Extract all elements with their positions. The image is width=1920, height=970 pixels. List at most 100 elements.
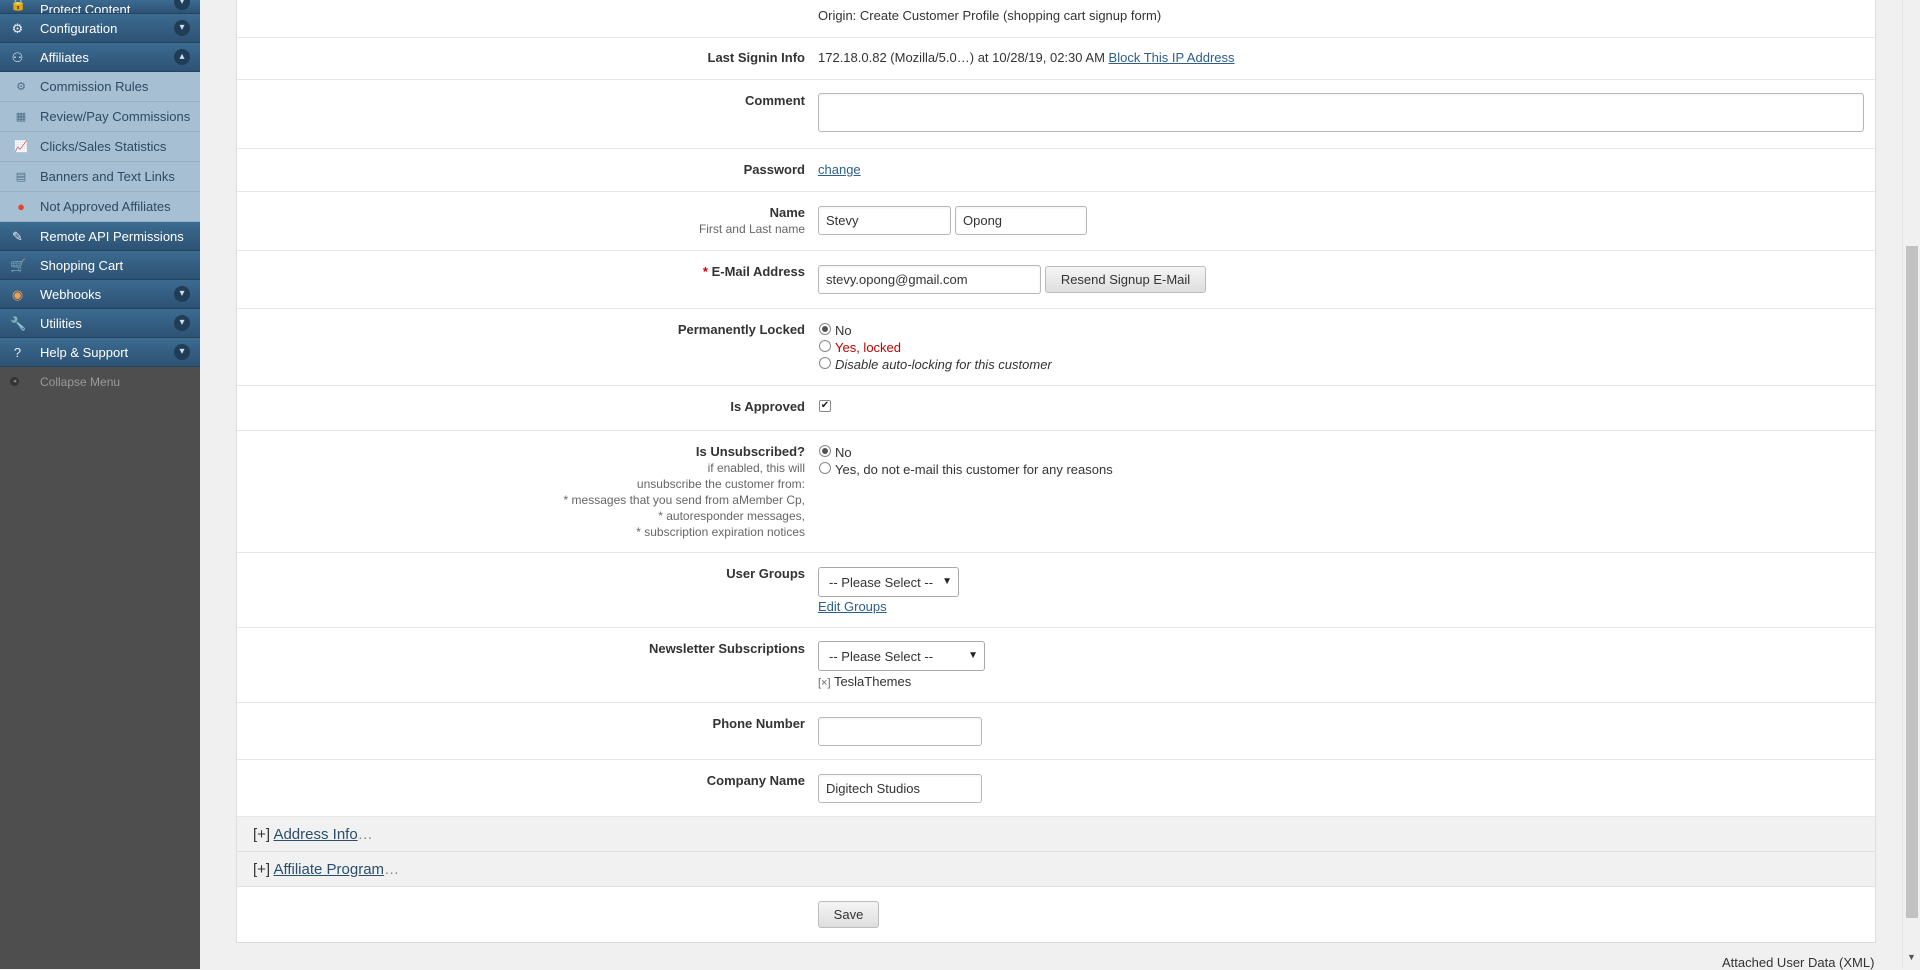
menu-item-label: Affiliates — [40, 49, 89, 65]
row-phone: Phone Number — [237, 703, 1875, 760]
webhook-icon: ◉ — [11, 287, 24, 302]
save-button[interactable]: Save — [818, 901, 879, 928]
row-newsletter: Newsletter Subscriptions -- Please Selec… — [237, 628, 1875, 703]
locked-no-radio[interactable] — [819, 323, 831, 335]
comment-textarea[interactable] — [818, 93, 1864, 132]
newsletter-select[interactable]: -- Please Select -- ▼ — [818, 641, 985, 671]
table-icon: ▦ — [15, 111, 27, 123]
unsubscribe-note-5: * subscription expiration notices — [636, 525, 805, 539]
row-last-signin: Last Signin Info 172.18.0.82 (Mozilla/5.… — [237, 38, 1875, 80]
row-is-unsubscribed: Is Unsubscribed? if enabled, this will u… — [237, 431, 1875, 553]
menu-item-label: Configuration — [40, 20, 118, 36]
row-comment: Comment — [237, 80, 1875, 149]
user-groups-label: User Groups — [726, 566, 805, 581]
scrollbar-thumb[interactable] — [1906, 246, 1918, 918]
gear-icon: ⚙ — [11, 21, 24, 36]
dropdown-arrow-icon: ▼ — [968, 650, 978, 661]
customer-edit-form: Origin: Create Customer Profile (shoppin… — [236, 0, 1876, 943]
name-label: Name — [769, 205, 805, 220]
menu-item-utilities[interactable]: 🔧 Utilities ▾ — [0, 309, 200, 338]
locked-yes-label: Yes, locked — [835, 340, 902, 355]
remove-newsletter-icon[interactable]: [×] — [818, 677, 831, 689]
password-label: Password — [743, 162, 805, 177]
chevron-down-icon[interactable]: ▾ — [174, 344, 190, 360]
phone-input[interactable] — [818, 717, 982, 746]
menu-item-protect-content[interactable]: 🔒 Protect Content ▾ — [0, 0, 200, 14]
attached-user-data-link[interactable]: Attached User Data (XML) — [1722, 955, 1874, 970]
submenu-label: Not Approved Affiliates — [40, 199, 171, 214]
help-icon: ? — [13, 345, 22, 360]
menu-item-configuration[interactable]: ⚙ Configuration ▾ — [0, 14, 200, 43]
section-affiliate-program-title: [+] Affiliate Program… — [253, 861, 399, 878]
row-is-approved: Is Approved ✔ — [237, 386, 1875, 431]
row-email: * E-Mail Address stevy.opong@gmail.com R… — [237, 251, 1875, 309]
locked-disable-label: Disable auto-locking for this customer — [835, 357, 1052, 372]
section-title: Affiliate Program — [273, 861, 385, 878]
menu-item-shopping-cart[interactable]: 🛒 Shopping Cart — [0, 251, 200, 280]
row-user-groups: User Groups -- Please Select -- ▼ Edit G… — [237, 553, 1875, 628]
menu-item-help-support[interactable]: ? Help & Support ▾ — [0, 338, 200, 367]
submenu-review-pay-commissions[interactable]: ▦ Review/Pay Commissions — [0, 102, 200, 132]
gear-icon: ⚙ — [16, 81, 26, 93]
submenu-not-approved-affiliates[interactable]: ● Not Approved Affiliates — [0, 192, 200, 222]
menu-item-webhooks[interactable]: ◉ Webhooks ▾ — [0, 280, 200, 309]
submenu-label: Clicks/Sales Statistics — [40, 139, 167, 154]
row-password: Password change — [237, 149, 1875, 192]
user-groups-select[interactable]: -- Please Select -- ▼ — [818, 567, 959, 597]
collapse-menu[interactable]: ◂ Collapse Menu — [0, 367, 200, 396]
chart-icon: 📈 — [14, 141, 28, 153]
last-name-input[interactable]: Opong — [955, 206, 1087, 235]
required-mark: * — [702, 264, 708, 279]
menu-item-label: Help & Support — [40, 344, 129, 360]
first-name-input[interactable]: Stevy — [818, 206, 951, 235]
is-unsubscribed-label: Is Unsubscribed? — [695, 444, 805, 459]
email-label: * E-Mail Address — [703, 264, 805, 279]
hierarchy-icon: ⚇ — [11, 50, 24, 65]
unsubscribe-note-1: if enabled, this will — [707, 461, 805, 475]
locked-disable-radio[interactable] — [819, 357, 831, 369]
menu-item-label: Shopping Cart — [40, 257, 124, 273]
cart-icon: 🛒 — [10, 258, 27, 273]
resend-signup-email-button[interactable]: Resend Signup E-Mail — [1045, 266, 1206, 293]
row-company: Company Name Digitech Studios — [237, 760, 1875, 817]
collapse-menu-label: Collapse Menu — [40, 374, 121, 389]
scrollbar[interactable]: ▼ — [1902, 0, 1920, 969]
submenu-commission-rules[interactable]: ⚙ Commission Rules — [0, 72, 200, 102]
unsubscribed-no-label: No — [835, 445, 852, 460]
chevron-down-icon[interactable]: ▾ — [174, 315, 190, 331]
change-password-link[interactable]: change — [818, 162, 861, 177]
unsubscribed-yes-radio[interactable] — [819, 462, 831, 474]
row-origin: Origin: Create Customer Profile (shoppin… — [237, 0, 1875, 38]
edit-groups-link[interactable]: Edit Groups — [818, 599, 887, 614]
company-input[interactable]: Digitech Studios — [818, 774, 982, 803]
section-ellipsis: … — [384, 861, 400, 878]
grid-icon: ▤ — [15, 171, 27, 183]
is-approved-checkbox[interactable]: ✔ — [819, 400, 831, 412]
menu-item-remote-api-permissions[interactable]: ✎ Remote API Permissions — [0, 222, 200, 251]
collapse-icon: ◂ — [10, 377, 19, 386]
plug-icon: ✎ — [12, 229, 23, 244]
menu-item-label: Remote API Permissions — [40, 228, 184, 244]
email-input[interactable]: stevy.opong@gmail.com — [818, 265, 1041, 294]
section-address-info[interactable]: [+] Address Info… — [237, 817, 1875, 852]
chevron-up-icon[interactable]: ▴ — [174, 49, 190, 65]
chevron-down-icon[interactable]: ▾ — [174, 0, 190, 10]
section-address-info-title: [+] Address Info… — [253, 826, 373, 843]
submenu-clicks-sales-statistics[interactable]: 📈 Clicks/Sales Statistics — [0, 132, 200, 162]
chevron-down-icon[interactable]: ▾ — [174, 20, 190, 36]
lock-icon: 🔒 — [10, 0, 27, 11]
section-affiliate-program[interactable]: [+] Affiliate Program… — [237, 852, 1875, 887]
menu-item-label: Webhooks — [40, 286, 102, 302]
menu-item-affiliates[interactable]: ⚇ Affiliates ▴ — [0, 43, 200, 72]
locked-yes-radio[interactable] — [819, 340, 831, 352]
newsletter-select-value: -- Please Select -- — [829, 648, 934, 664]
unsubscribed-no-radio[interactable] — [819, 445, 831, 457]
comment-label: Comment — [745, 93, 805, 108]
newsletter-tag: [×] TeslaThemes — [818, 674, 911, 689]
newsletter-label: Newsletter Subscriptions — [648, 641, 805, 656]
submenu-banners-text-links[interactable]: ▤ Banners and Text Links — [0, 162, 200, 192]
scroll-down-arrow-icon[interactable]: ▼ — [1907, 952, 1916, 962]
block-ip-link[interactable]: Block This IP Address — [1109, 50, 1235, 65]
chevron-down-icon[interactable]: ▾ — [174, 286, 190, 302]
submenu-label: Review/Pay Commissions — [40, 109, 191, 124]
